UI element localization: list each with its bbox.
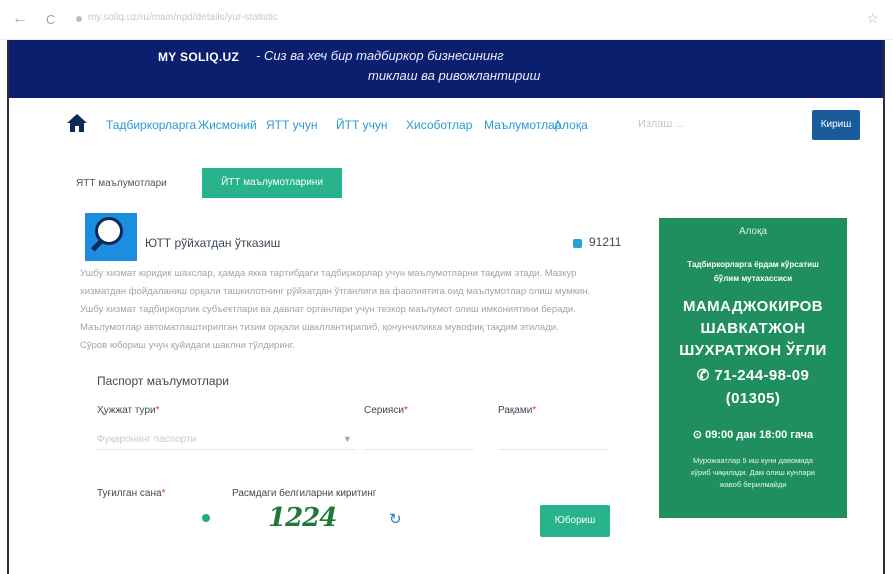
contact-panel: Алоқа Тадбиркорларга ёрдам кўрсатиш бўли… [659,218,847,518]
nav-link-ytt2[interactable]: ЙТТ учун [336,118,388,132]
brand-slogan-line2: тиклаш ва ривожлантириш [368,68,541,83]
description-line: Маълумотлар автоматлаштирилган тизим орқ… [80,322,559,333]
birth-date-label: Туғилган сана* [97,488,166,499]
tab-yuridik-info[interactable]: ЙТТ маълумотларини [202,168,342,198]
brand-name[interactable]: MY SOLIQ.UZ [158,50,239,64]
description-line: Ушбу хизмат тадбиркорлик субъектлари ва … [80,304,576,315]
contact-note: кўриб чиқилади. Дам олиш кунлари [691,468,815,477]
series-label: Серияси* [364,405,408,416]
refresh-icon[interactable]: ↻ [389,510,402,528]
nav-link-individuals[interactable]: Жисмоний [198,118,257,132]
description-line: Ушбу хизмат юридик шахслар, ҳамда якка т… [80,268,577,279]
contact-subtitle: Тадбиркорларга ёрдам кўрсатиш [687,260,819,269]
bookmark-star-icon[interactable]: ☆ [866,10,879,27]
submit-button[interactable]: Юбориш [540,505,610,537]
number-input[interactable] [498,434,608,450]
nav-link-contact[interactable]: Алоқа [554,118,588,132]
description-line: хизматдан фойдаланиш орқали ташкилотнинг… [80,286,591,297]
nav-link-reports[interactable]: Хисоботлар [406,118,472,132]
address-bar[interactable]: my.soliq.uz/ru/main/npd/details/yur-stat… [88,12,278,28]
captcha-label: Расмдаги белгиларни киритинг [232,488,377,499]
contact-name: ШУХРАТЖОН ЎҒЛИ [679,342,827,359]
captcha-marker-icon [202,514,210,522]
back-button[interactable]: ← [12,10,28,28]
contact-phone[interactable]: ✆ 71-244-98-09 [659,366,847,384]
description-line: Сўров юбориш учун қуйидаги шаклни тўлдир… [80,340,295,351]
contact-subtitle: бўлим мутахассиси [713,274,793,283]
contact-name: ШАВКАТЖОН [700,320,806,337]
nav-link-entrepreneurs[interactable]: Тадбиркорларга [106,118,196,132]
contact-extension: (01305) [725,390,781,407]
view-count: 91211 [589,235,622,249]
login-button[interactable]: Кириш [812,110,860,140]
main-navigation: Тадбиркорларга Жисмоний ЯТТ учун ЙТТ учу… [8,98,884,152]
browser-toolbar: ← C my.soliq.uz/ru/main/npd/details/yur-… [0,0,893,40]
contact-note: жавоб берилмайди [719,480,787,489]
doc-type-label: Ҳужжат тури* [97,405,160,416]
captcha-image: 1224 [268,503,337,533]
eye-icon [573,239,582,248]
magnifier-logo-icon [85,213,137,261]
brand-slogan-line1: - Сиз ва хеч бир тадбиркор бизнесининг [256,48,504,63]
working-hours: ⊙ 09:00 дан 18:00 гача [692,429,814,441]
home-icon[interactable] [66,112,88,134]
form-title: Паспорт маълумотлари [97,374,229,388]
nav-link-ytt[interactable]: ЯТТ учун [266,118,318,132]
window-border [883,40,885,574]
tab-ytt-info[interactable]: ЯТТ маълумотлари [76,178,167,189]
doc-type-select[interactable]: Фуқаронинг паспорти [97,434,357,450]
contact-header: Алоқа [738,226,768,237]
contact-name: МАМАДЖОКИРОВ [683,298,823,315]
service-title: ЮТТ рўйхатдан ўтказиш [145,236,281,250]
series-input[interactable] [364,434,474,450]
nav-link-info[interactable]: Маълумотлар [484,118,561,132]
search-input[interactable]: Излаш ... [638,118,798,134]
site-header: MY SOLIQ.UZ - Сиз ва хеч бир тадбиркор б… [8,40,884,98]
chevron-down-icon[interactable]: ▼ [343,434,352,444]
contact-note: Мурожаатлар 5 иш куни давомида [692,456,814,465]
window-border [7,40,9,574]
site-info-icon[interactable] [76,16,82,22]
number-label: Рақами* [498,405,537,416]
reload-button[interactable]: C [46,12,55,27]
